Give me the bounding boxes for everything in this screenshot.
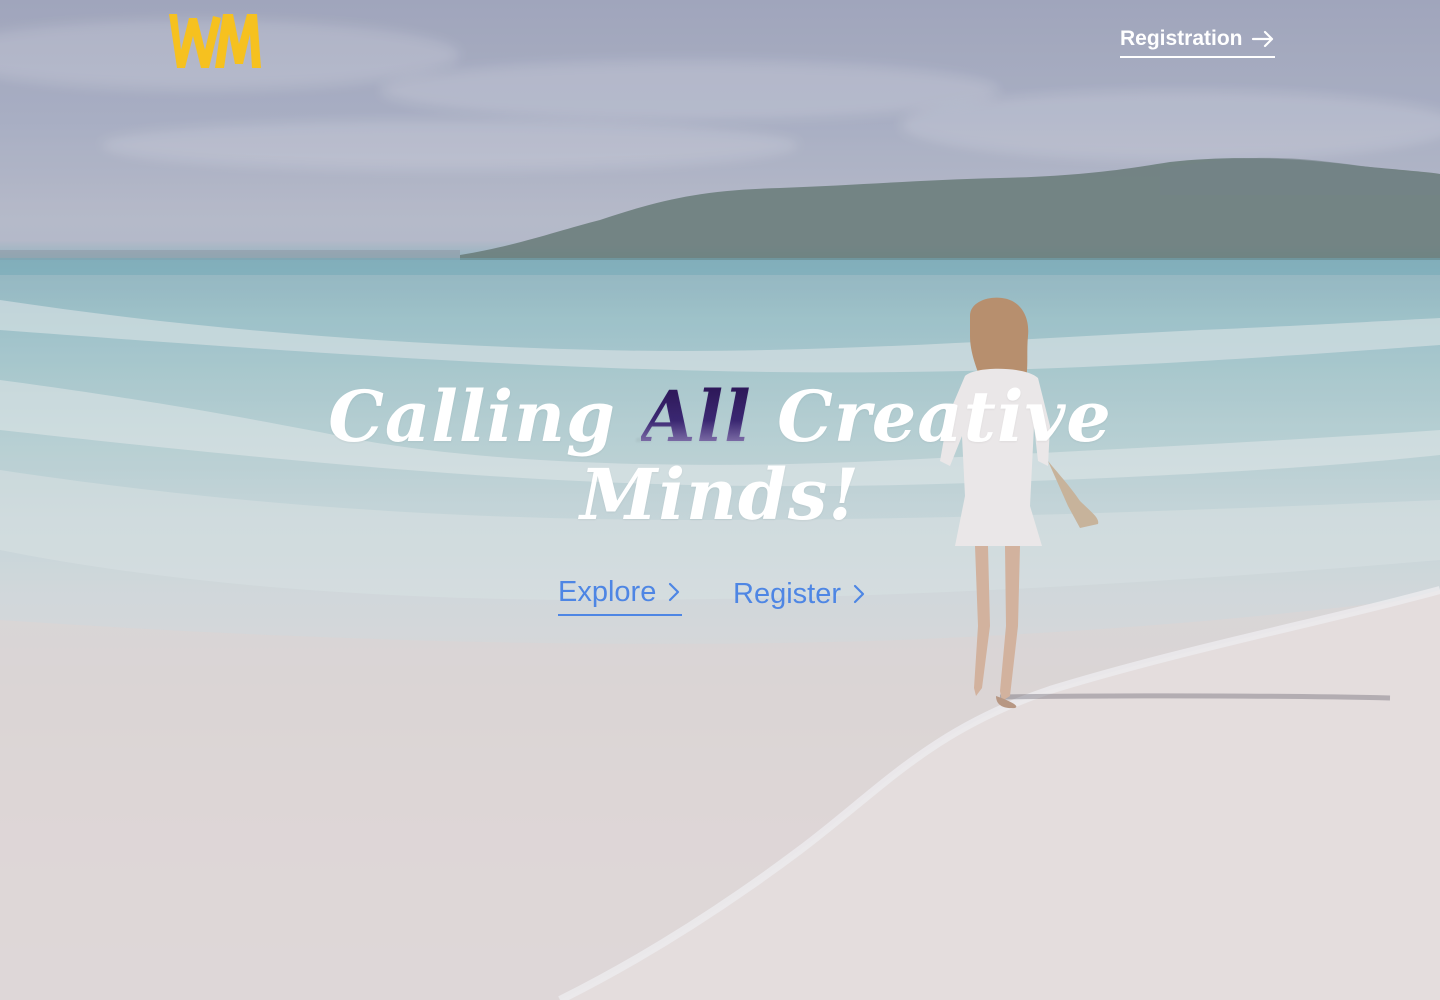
brand-logo[interactable] [163, 8, 263, 74]
chevron-right-icon [853, 584, 865, 604]
register-label: Register [733, 577, 841, 610]
explore-button[interactable]: Explore [558, 572, 683, 616]
explore-label: Explore [558, 575, 657, 608]
hero-headline: Calling All Creative Minds! [320, 378, 1120, 534]
register-button[interactable]: Register [733, 572, 867, 616]
arrow-right-icon [1251, 30, 1273, 48]
headline-text-start: Calling [328, 375, 642, 458]
nav-registration-link[interactable]: Registration [1120, 26, 1275, 58]
nav-registration-label: Registration [1120, 27, 1243, 50]
chevron-right-icon [669, 582, 680, 602]
headline-accent-word: All [641, 375, 752, 458]
